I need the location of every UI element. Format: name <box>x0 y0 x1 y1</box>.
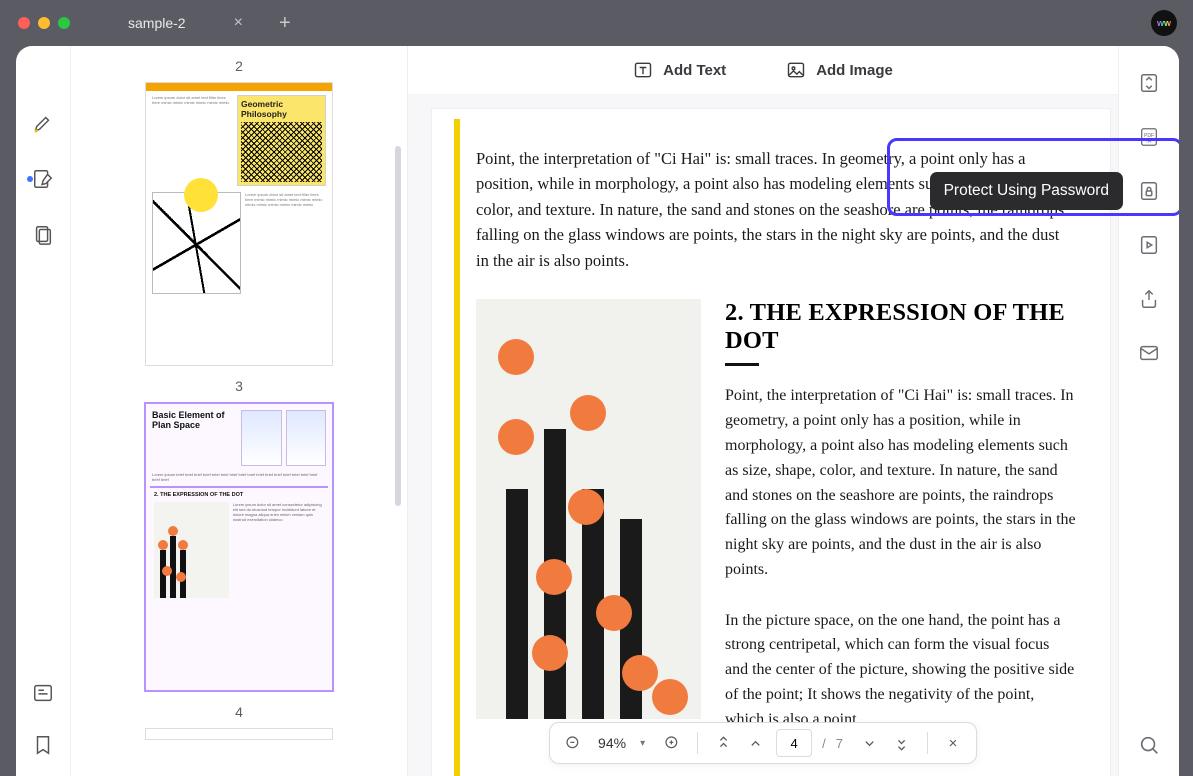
protect-tooltip: Protect Using Password <box>930 172 1123 210</box>
close-window-button[interactable] <box>18 17 30 29</box>
artwork-image[interactable] <box>476 299 701 719</box>
thumb-page-number: 3 <box>93 378 385 394</box>
paragraph-3[interactable]: In the picture space, on the one hand, t… <box>725 609 1076 733</box>
add-image-button[interactable]: Add Image <box>786 60 893 80</box>
protect-password-button[interactable] <box>1136 178 1162 204</box>
paragraph-2[interactable]: Point, the interpretation of "Ci Hai" is… <box>725 384 1076 582</box>
page-number-input[interactable] <box>776 729 812 757</box>
total-pages: 7 <box>836 736 843 751</box>
thumb2-heading: Geometric Philosophy <box>241 99 322 119</box>
pages-tool[interactable] <box>30 222 56 248</box>
svg-text:/A: /A <box>1147 139 1152 145</box>
thumb3-section-heading: 2. THE EXPRESSION OF THE DOT <box>154 492 324 498</box>
bookmark-tool[interactable] <box>30 732 56 758</box>
share-icon[interactable] <box>1136 286 1162 312</box>
action-bar: Add Text Add Image <box>408 46 1118 95</box>
highlighter-tool[interactable] <box>30 110 56 136</box>
new-tab-button[interactable]: + <box>279 12 291 35</box>
left-toolbar <box>16 46 71 776</box>
pdfa-icon[interactable]: PDF/A <box>1136 124 1162 150</box>
maximize-window-button[interactable] <box>58 17 70 29</box>
prev-page-button[interactable] <box>744 732 766 754</box>
zoom-in-button[interactable] <box>661 732 683 754</box>
thumbnail-page-2[interactable]: Lorem ipsum dolor sit amet text filler l… <box>145 82 333 366</box>
zoom-out-button[interactable] <box>562 732 584 754</box>
page-navigation-bar: 94% ▾ / 7 <box>549 722 977 764</box>
thumbnail-page-3[interactable]: Basic Element of Plan Space Lorem ipsum … <box>144 402 334 692</box>
slideshow-icon[interactable] <box>1136 232 1162 258</box>
next-page-button[interactable] <box>859 732 881 754</box>
add-text-button[interactable]: Add Text <box>633 60 726 80</box>
mail-icon[interactable] <box>1136 340 1162 366</box>
document-tab[interactable]: sample-2 × <box>110 0 261 46</box>
thumb-page-number: 2 <box>93 58 385 74</box>
thumb-page-number: 4 <box>93 704 385 720</box>
section-heading[interactable]: 2. THE EXPRESSION OF THE DOT <box>725 299 1076 355</box>
convert-icon[interactable] <box>1136 70 1162 96</box>
tab-title: sample-2 <box>128 15 186 31</box>
minimize-window-button[interactable] <box>38 17 50 29</box>
search-icon[interactable] <box>1136 732 1162 758</box>
close-nav-button[interactable]: × <box>942 732 964 754</box>
app-logo: ww <box>1151 10 1177 36</box>
zoom-dropdown[interactable]: ▾ <box>640 738 645 749</box>
titlebar: sample-2 × + ww <box>0 0 1193 46</box>
thumbnail-scrollbar[interactable] <box>395 146 401 506</box>
page-separator: / <box>822 736 826 751</box>
close-tab-button[interactable]: × <box>234 14 243 32</box>
traffic-lights <box>18 17 70 29</box>
thumbnail-page-4[interactable] <box>145 728 333 740</box>
thumbnail-panel: 2 Lorem ipsum dolor sit amet text filler… <box>71 46 408 776</box>
add-image-label: Add Image <box>816 62 893 79</box>
add-text-label: Add Text <box>663 62 726 79</box>
last-page-button[interactable] <box>891 732 913 754</box>
edit-tool[interactable] <box>30 166 56 192</box>
right-toolbar: PDF/A Protect Using Password <box>1118 46 1179 776</box>
first-page-button[interactable] <box>712 732 734 754</box>
form-tool[interactable] <box>30 680 56 706</box>
thumb3-heading: Basic Element of Plan Space <box>152 410 237 430</box>
zoom-level: 94% <box>594 735 630 751</box>
